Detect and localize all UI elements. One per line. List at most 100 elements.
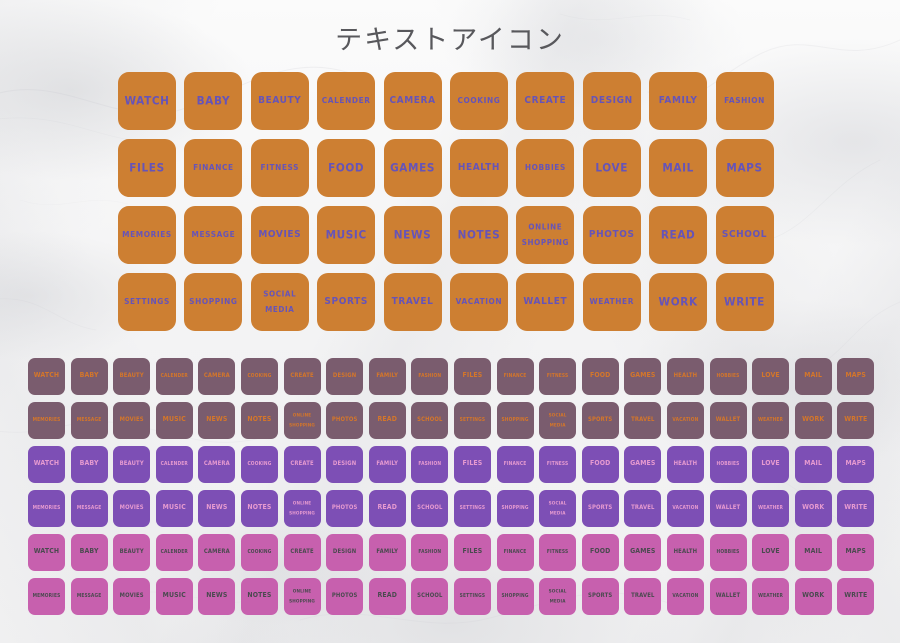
icon-tile-fitness[interactable]: FITNESS [250, 139, 309, 197]
icon-tile-online-shopping[interactable]: ONLINE SHOPPING [516, 206, 575, 264]
icon-tile-calender[interactable]: CALENDER [155, 446, 193, 483]
icon-tile-hobbies[interactable]: HOBBIES [709, 534, 747, 571]
icon-tile-watch[interactable]: WATCH [118, 72, 176, 130]
icon-tile-games[interactable]: GAMES [383, 139, 442, 197]
icon-tile-photos[interactable]: PHOTOS [326, 402, 364, 439]
icon-tile-news[interactable]: NEWS [198, 490, 236, 527]
icon-tile-vacation[interactable]: VACATION [666, 578, 704, 615]
icon-tile-watch[interactable]: WATCH [28, 358, 65, 395]
icon-tile-social-media[interactable]: SOCIAL MEDIA [539, 578, 577, 615]
icon-tile-weather[interactable]: WEATHER [752, 402, 790, 439]
icon-tile-settings[interactable]: SETTINGS [118, 273, 176, 331]
icon-tile-files[interactable]: FILES [453, 358, 491, 395]
icon-tile-message[interactable]: MESSAGE [70, 402, 108, 439]
icon-tile-beauty[interactable]: BEAUTY [113, 534, 151, 571]
icon-tile-love[interactable]: LOVE [752, 446, 790, 483]
icon-tile-shopping[interactable]: SHOPPING [496, 402, 534, 439]
icon-tile-read[interactable]: READ [368, 490, 406, 527]
icon-tile-online-shopping[interactable]: ONLINE SHOPPING [283, 490, 321, 527]
icon-tile-travel[interactable]: TRAVEL [383, 273, 442, 331]
icon-tile-baby[interactable]: BABY [70, 534, 108, 571]
icon-tile-school[interactable]: SCHOOL [411, 490, 449, 527]
icon-tile-design[interactable]: DESIGN [326, 446, 364, 483]
icon-tile-fashion[interactable]: FASHION [715, 72, 774, 130]
icon-tile-hobbies[interactable]: HOBBIES [516, 139, 575, 197]
icon-tile-watch[interactable]: WATCH [28, 534, 65, 571]
icon-tile-fitness[interactable]: FITNESS [539, 358, 577, 395]
icon-tile-beauty[interactable]: BEAUTY [250, 72, 309, 130]
icon-tile-wallet[interactable]: WALLET [709, 578, 747, 615]
icon-tile-fashion[interactable]: FASHION [411, 534, 449, 571]
icon-tile-design[interactable]: DESIGN [326, 358, 364, 395]
icon-tile-maps[interactable]: MAPS [837, 358, 875, 395]
icon-tile-create[interactable]: CREATE [283, 358, 321, 395]
icon-tile-notes[interactable]: NOTES [449, 206, 508, 264]
icon-tile-baby[interactable]: BABY [70, 446, 108, 483]
icon-tile-weather[interactable]: WEATHER [582, 273, 641, 331]
icon-tile-music[interactable]: MUSIC [155, 578, 193, 615]
icon-tile-wallet[interactable]: WALLET [709, 402, 747, 439]
icon-tile-food[interactable]: FOOD [581, 358, 619, 395]
icon-tile-mail[interactable]: MAIL [794, 358, 832, 395]
icon-tile-mail[interactable]: MAIL [794, 534, 832, 571]
icon-tile-shopping[interactable]: SHOPPING [496, 578, 534, 615]
icon-tile-camera[interactable]: CAMERA [383, 72, 442, 130]
icon-tile-write[interactable]: WRITE [837, 402, 875, 439]
icon-tile-shopping[interactable]: SHOPPING [496, 490, 534, 527]
icon-tile-love[interactable]: LOVE [582, 139, 641, 197]
icon-tile-food[interactable]: FOOD [581, 534, 619, 571]
icon-tile-beauty[interactable]: BEAUTY [113, 358, 151, 395]
icon-tile-finance[interactable]: FINANCE [496, 446, 534, 483]
icon-tile-work[interactable]: WORK [649, 273, 708, 331]
icon-tile-weather[interactable]: WEATHER [752, 490, 790, 527]
icon-tile-calender[interactable]: CALENDER [155, 358, 193, 395]
icon-tile-love[interactable]: LOVE [752, 358, 790, 395]
icon-tile-notes[interactable]: NOTES [240, 402, 278, 439]
icon-tile-camera[interactable]: CAMERA [198, 534, 236, 571]
icon-tile-finance[interactable]: FINANCE [184, 139, 243, 197]
icon-tile-message[interactable]: MESSAGE [70, 490, 108, 527]
icon-tile-music[interactable]: MUSIC [317, 206, 376, 264]
icon-tile-health[interactable]: HEALTH [666, 358, 704, 395]
icon-tile-work[interactable]: WORK [794, 578, 832, 615]
icon-tile-vacation[interactable]: VACATION [666, 490, 704, 527]
icon-tile-mail[interactable]: MAIL [649, 139, 708, 197]
icon-tile-design[interactable]: DESIGN [582, 72, 641, 130]
icon-tile-memories[interactable]: MEMORIES [28, 402, 65, 439]
icon-tile-food[interactable]: FOOD [581, 446, 619, 483]
icon-tile-sports[interactable]: SPORTS [581, 578, 619, 615]
icon-tile-hobbies[interactable]: HOBBIES [709, 358, 747, 395]
icon-tile-shopping[interactable]: SHOPPING [184, 273, 243, 331]
icon-tile-hobbies[interactable]: HOBBIES [709, 446, 747, 483]
icon-tile-message[interactable]: MESSAGE [184, 206, 243, 264]
icon-tile-music[interactable]: MUSIC [155, 490, 193, 527]
icon-tile-create[interactable]: CREATE [283, 446, 321, 483]
icon-tile-create[interactable]: CREATE [516, 72, 575, 130]
icon-tile-work[interactable]: WORK [794, 402, 832, 439]
icon-tile-finance[interactable]: FINANCE [496, 358, 534, 395]
icon-tile-online-shopping[interactable]: ONLINE SHOPPING [283, 578, 321, 615]
icon-tile-watch[interactable]: WATCH [28, 446, 65, 483]
icon-tile-cooking[interactable]: COOKING [449, 72, 508, 130]
icon-tile-fitness[interactable]: FITNESS [539, 534, 577, 571]
icon-tile-sports[interactable]: SPORTS [581, 490, 619, 527]
icon-tile-vacation[interactable]: VACATION [449, 273, 508, 331]
icon-tile-photos[interactable]: PHOTOS [326, 490, 364, 527]
icon-tile-news[interactable]: NEWS [198, 578, 236, 615]
icon-tile-write[interactable]: WRITE [837, 578, 875, 615]
icon-tile-school[interactable]: SCHOOL [715, 206, 774, 264]
icon-tile-camera[interactable]: CAMERA [198, 446, 236, 483]
icon-tile-photos[interactable]: PHOTOS [582, 206, 641, 264]
icon-tile-online-shopping[interactable]: ONLINE SHOPPING [283, 402, 321, 439]
icon-tile-calender[interactable]: CALENDER [155, 534, 193, 571]
icon-tile-weather[interactable]: WEATHER [752, 578, 790, 615]
icon-tile-food[interactable]: FOOD [317, 139, 376, 197]
icon-tile-baby[interactable]: BABY [184, 72, 243, 130]
icon-tile-design[interactable]: DESIGN [326, 534, 364, 571]
icon-tile-files[interactable]: FILES [453, 446, 491, 483]
icon-tile-create[interactable]: CREATE [283, 534, 321, 571]
icon-tile-files[interactable]: FILES [118, 139, 176, 197]
icon-tile-music[interactable]: MUSIC [155, 402, 193, 439]
icon-tile-school[interactable]: SCHOOL [411, 578, 449, 615]
icon-tile-fashion[interactable]: FASHION [411, 446, 449, 483]
